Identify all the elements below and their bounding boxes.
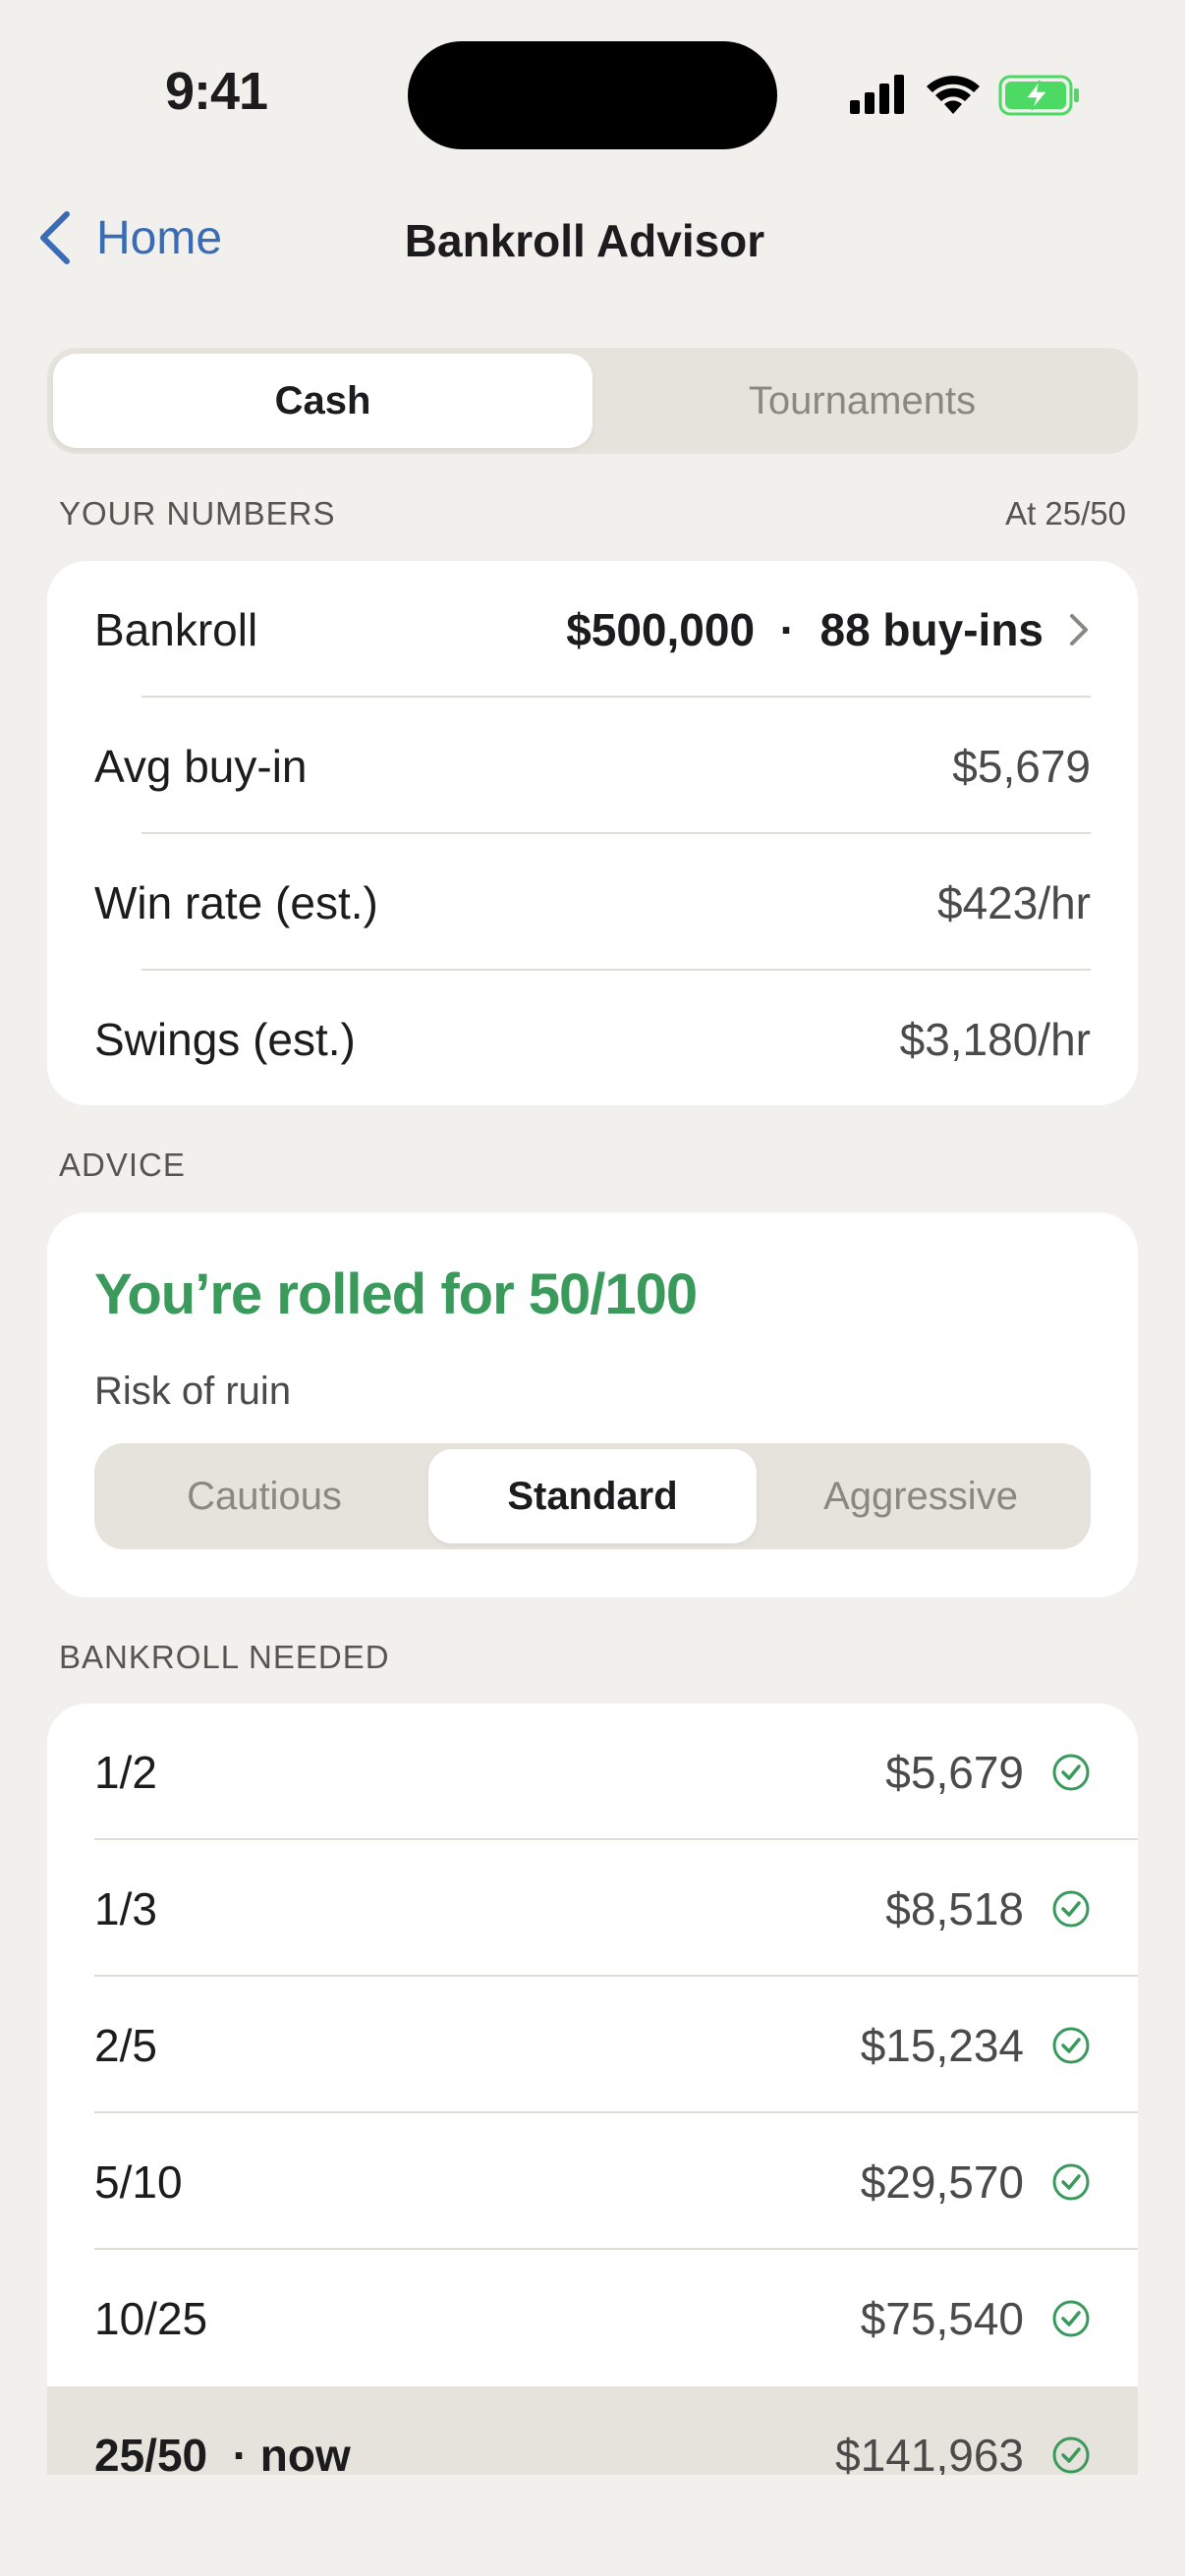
- bankroll-amount: $141,963: [835, 2429, 1024, 2476]
- advice-card: You’re rolled for 50/100 Risk of ruin Ca…: [47, 1212, 1138, 1597]
- bankroll-amount: $5,679: [885, 1746, 1024, 1798]
- advice-headline: You’re rolled for 50/100: [94, 1262, 698, 1326]
- stakes-label: 25/50 · now: [94, 2429, 351, 2476]
- section-title: ADVICE: [59, 1147, 186, 1183]
- stakes-label: 10/25: [94, 2292, 208, 2344]
- check-circle-icon: [1052, 2436, 1090, 2473]
- risk-option-cautious[interactable]: Cautious: [100, 1449, 428, 1543]
- check-circle-icon: [1052, 2163, 1090, 2200]
- risk-of-ruin-label: Risk of ruin: [94, 1370, 292, 1413]
- dynamic-island: [408, 41, 777, 149]
- bankroll-amount: $8,518: [885, 1882, 1024, 1934]
- your-numbers-header: YOUR NUMBERS At 25/50: [59, 495, 1126, 532]
- status-time: 9:41: [165, 62, 268, 121]
- row-value: $5,679: [952, 740, 1091, 792]
- stakes-row[interactable]: 10/25 $75,540: [47, 2250, 1138, 2386]
- battery-charging-icon: [998, 75, 1079, 116]
- stakes-row[interactable]: 1/3 $8,518: [47, 1840, 1138, 1977]
- bankroll-amount: $15,234: [860, 2019, 1024, 2071]
- row-label: Win rate (est.): [94, 876, 378, 928]
- section-title: BANKROLL NEEDED: [59, 1639, 390, 1675]
- tab-tournaments[interactable]: Tournaments: [592, 354, 1132, 448]
- check-circle-icon: [1052, 2027, 1090, 2063]
- chevron-right-icon: [1070, 613, 1088, 645]
- stakes-label: 1/2: [94, 1746, 157, 1798]
- check-circle-icon: [1052, 1890, 1090, 1927]
- win-rate-row: Win rate (est.) $423/hr: [47, 834, 1138, 971]
- row-label: Avg buy-in: [94, 740, 308, 792]
- status-bar: 9:41: [0, 0, 1185, 187]
- section-title: YOUR NUMBERS: [59, 495, 336, 532]
- stakes-label: 2/5: [94, 2019, 157, 2071]
- page-title: Bankroll Advisor: [404, 215, 765, 266]
- check-circle-icon: [1052, 1754, 1090, 1790]
- row-value: $423/hr: [936, 876, 1091, 928]
- stakes-row[interactable]: 1/2 $5,679: [47, 1704, 1138, 1840]
- stakes-row-current[interactable]: 25/50 · now $141,963: [47, 2386, 1138, 2475]
- cellular-signal-icon: [850, 75, 904, 114]
- bankroll-value: $500,000 · 88 buy-ins: [566, 603, 1044, 655]
- bankroll-amount: $75,540: [860, 2292, 1024, 2344]
- risk-option-standard[interactable]: Standard: [428, 1449, 757, 1543]
- row-label: Swings (est.): [94, 1013, 356, 1065]
- bankroll-needed-card: 1/2 $5,679 1/3 $8,518 2/5 $15,234 5/10 $…: [47, 1704, 1138, 2475]
- row-label: Bankroll: [94, 603, 258, 655]
- tab-cash[interactable]: Cash: [53, 354, 592, 448]
- stakes-label: 5/10: [94, 2156, 183, 2208]
- swings-row: Swings (est.) $3,180/hr: [47, 971, 1138, 1105]
- navigation-bar: Home Bankroll Advisor: [0, 196, 1185, 285]
- stakes-row[interactable]: 5/10 $29,570: [47, 2113, 1138, 2250]
- row-value: $3,180/hr: [899, 1013, 1091, 1065]
- stakes-row[interactable]: 2/5 $15,234: [47, 1977, 1138, 2113]
- bankroll-needed-header: BANKROLL NEEDED: [59, 1639, 1126, 1676]
- avg-buyin-row: Avg buy-in $5,679: [47, 698, 1138, 834]
- check-circle-icon: [1052, 2300, 1090, 2336]
- stakes-label: 1/3: [94, 1882, 157, 1934]
- mode-segmented-control: Cash Tournaments: [47, 348, 1138, 454]
- your-numbers-card: Bankroll $500,000 · 88 buy-ins Avg buy-i…: [47, 561, 1138, 1105]
- bankroll-row[interactable]: Bankroll $500,000 · 88 buy-ins: [47, 561, 1138, 698]
- wifi-icon: [927, 76, 980, 114]
- bankroll-amount: $29,570: [860, 2156, 1024, 2208]
- stakes-note: At 25/50: [1005, 495, 1126, 532]
- risk-option-aggressive[interactable]: Aggressive: [757, 1449, 1085, 1543]
- advice-header: ADVICE: [59, 1147, 1126, 1184]
- risk-segmented-control: Cautious Standard Aggressive: [94, 1443, 1091, 1549]
